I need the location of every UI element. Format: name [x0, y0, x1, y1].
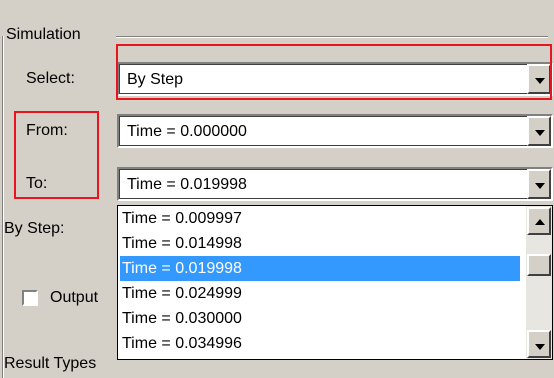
by-step-label: By Step: — [4, 220, 65, 237]
select-dropdown-button[interactable] — [527, 64, 551, 94]
result-types-label: Result Types — [4, 355, 97, 372]
group-border-top — [116, 36, 548, 38]
from-combobox[interactable]: Time = 0.000000 — [117, 114, 553, 148]
list-item[interactable]: Time = 0.024999 — [120, 281, 520, 306]
to-label: To: — [26, 175, 48, 192]
simulation-panel: Simulation Select: By Step From: Time = … — [0, 0, 554, 378]
list-item[interactable]: Time = 0.009997 — [120, 206, 520, 231]
from-dropdown-button[interactable] — [527, 116, 551, 146]
chevron-up-icon — [535, 219, 545, 225]
from-value: Time = 0.000000 — [127, 123, 247, 140]
select-combobox[interactable]: By Step — [117, 62, 553, 96]
list-scrollbar[interactable] — [526, 206, 552, 359]
scroll-thumb[interactable] — [527, 254, 551, 276]
from-label: From: — [26, 122, 68, 139]
chevron-down-icon — [535, 78, 545, 84]
list-item-selected[interactable]: Time = 0.019998 — [120, 256, 520, 281]
to-value: Time = 0.019998 — [127, 176, 247, 193]
to-combobox[interactable]: Time = 0.019998 — [117, 167, 553, 201]
select-value: By Step — [127, 71, 184, 88]
output-checkbox[interactable] — [22, 290, 38, 306]
select-label: Select: — [26, 70, 75, 87]
to-dropdown-list[interactable]: Time = 0.009997 Time = 0.014998 Time = 0… — [117, 205, 553, 360]
chevron-down-icon — [535, 183, 545, 189]
chevron-down-icon — [535, 130, 545, 136]
to-dropdown-button[interactable] — [527, 169, 551, 199]
simulation-group-label: Simulation — [6, 26, 81, 43]
list-item[interactable]: Time = 0.030000 — [120, 306, 520, 331]
scroll-down-button[interactable] — [527, 330, 551, 358]
group-border-left — [2, 36, 4, 378]
chevron-down-icon — [535, 344, 545, 350]
scroll-up-button[interactable] — [527, 207, 551, 235]
output-label[interactable]: Output — [50, 288, 98, 308]
list-item[interactable]: Time = 0.014998 — [120, 231, 520, 256]
list-item[interactable]: Time = 0.034996 — [120, 331, 520, 356]
